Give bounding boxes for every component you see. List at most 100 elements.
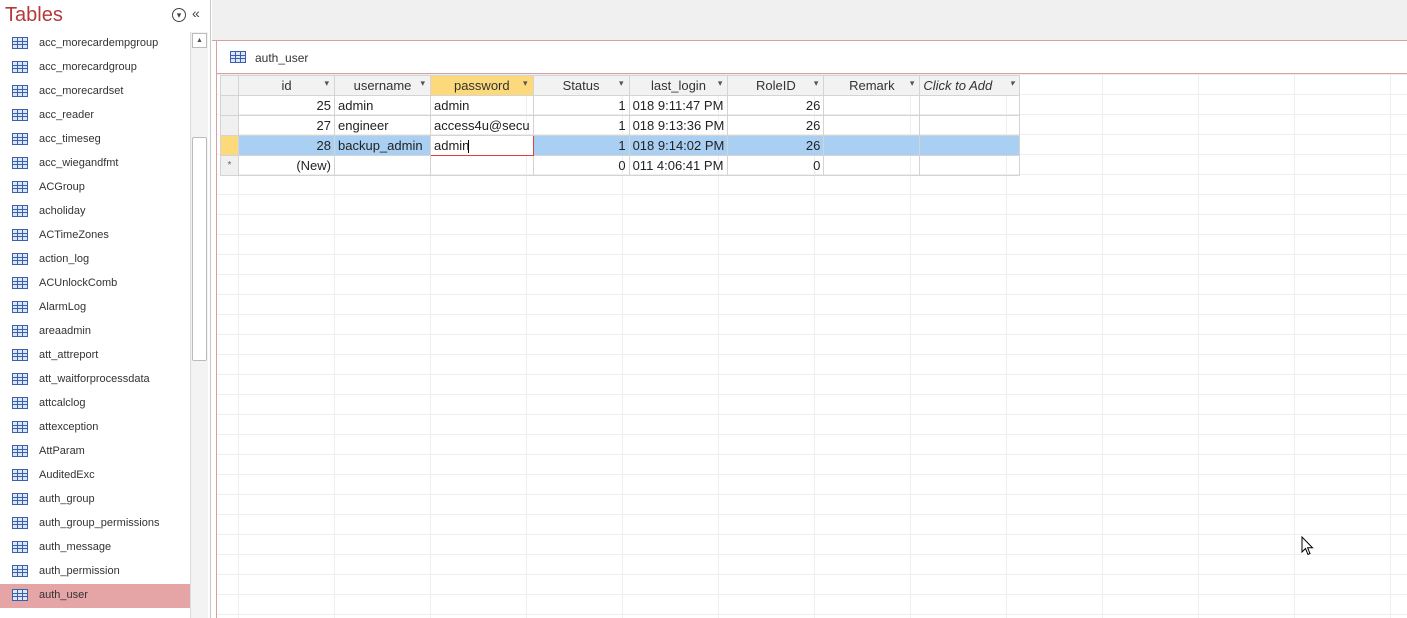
column-dropdown-icon[interactable]: ▾ [523, 78, 528, 89]
table-row[interactable]: 27 engineer access4u@secu 1 018 9:13:36 … [220, 115, 1021, 136]
nav-item-label: acc_wiegandfmt [39, 157, 119, 169]
column-dropdown-icon[interactable]: ▾ [420, 78, 425, 89]
cell-status[interactable]: 1 [532, 95, 630, 116]
cell-empty[interactable] [919, 95, 1021, 116]
collapse-pane-icon[interactable]: « [192, 5, 200, 21]
cell-id[interactable]: 25 [238, 95, 335, 116]
table-row[interactable]: 25 admin admin 1 018 9:11:47 PM 26 [220, 95, 1021, 116]
nav-item-acc-morecardset[interactable]: acc_morecardset [0, 80, 190, 104]
nav-item-acunlockcomb[interactable]: ACUnlockComb [0, 272, 190, 296]
cell-empty[interactable] [919, 115, 1021, 136]
row-selector[interactable] [220, 95, 239, 116]
nav-item-acc-morecardempgroup[interactable]: acc_morecardempgroup [0, 32, 190, 56]
nav-item-action-log[interactable]: action_log [0, 248, 190, 272]
cell-username[interactable] [334, 155, 431, 176]
nav-item-attparam[interactable]: AttParam [0, 440, 190, 464]
nav-item-attcalclog[interactable]: attcalclog [0, 392, 190, 416]
cell-password-editing[interactable]: admin [430, 135, 534, 156]
column-header-remark[interactable]: Remark ▾ [823, 75, 921, 96]
cell-empty[interactable] [919, 135, 1021, 156]
cell-username[interactable]: engineer [334, 115, 431, 136]
cell-remark[interactable] [823, 155, 921, 176]
cell-last-login[interactable]: 018 9:11:47 PM [628, 95, 729, 116]
cell-password[interactable]: access4u@secu [430, 115, 534, 136]
cell-remark[interactable] [823, 135, 921, 156]
cell-password[interactable] [430, 155, 534, 176]
navigation-pane: Tables ▾ « acc_morecardempgroup acc_morec… [0, 0, 211, 618]
nav-item-auth-permission[interactable]: auth_permission [0, 560, 190, 584]
nav-item-areaadmin[interactable]: areaadmin [0, 320, 190, 344]
nav-item-auditedexc[interactable]: AuditedExc [0, 464, 190, 488]
column-header-id[interactable]: id ▾ [238, 75, 335, 96]
cell-id[interactable]: 28 [238, 135, 335, 156]
table-icon [12, 109, 28, 121]
nav-item-auth-user[interactable]: auth_user [0, 584, 190, 608]
nav-item-actimezones[interactable]: ACTimeZones [0, 224, 190, 248]
nav-item-att-attreport[interactable]: att_attreport [0, 344, 190, 368]
table-icon [12, 589, 28, 601]
nav-menu-dropdown-icon[interactable]: ▾ [172, 8, 186, 22]
table-icon [12, 277, 28, 289]
table-icon [12, 157, 28, 169]
nav-item-acc-wiegandfmt[interactable]: acc_wiegandfmt [0, 152, 190, 176]
cell-id-new[interactable]: (New) [238, 155, 335, 176]
nav-item-acc-timeseg[interactable]: acc_timeseg [0, 128, 190, 152]
new-record-row[interactable]: * (New) 0 011 4:06:41 PM 0 [220, 155, 1021, 176]
nav-item-label: acc_morecardset [39, 85, 124, 97]
column-header-roleid[interactable]: RoleID ▾ [727, 75, 825, 96]
column-header-click-to-add[interactable]: Click to Add ▾ [919, 75, 1021, 96]
row-selector-current[interactable] [220, 135, 239, 156]
table-icon [12, 349, 28, 361]
cell-username[interactable]: admin [334, 95, 431, 116]
table-row-current[interactable]: 28 backup_admin admin 1 018 9:14:02 PM 2… [220, 135, 1021, 156]
cell-empty[interactable] [919, 155, 1021, 176]
nav-item-auth-message[interactable]: auth_message [0, 536, 190, 560]
column-header-password[interactable]: password ▾ [430, 75, 534, 96]
new-record-marker[interactable]: * [220, 155, 239, 176]
column-header-last-login[interactable]: last_login ▾ [628, 75, 729, 96]
cell-last-login[interactable]: 011 4:06:41 PM [628, 155, 729, 176]
cell-remark[interactable] [823, 95, 921, 116]
cell-last-login[interactable]: 018 9:14:02 PM [628, 135, 729, 156]
column-dropdown-icon[interactable]: ▾ [324, 78, 329, 89]
mouse-pointer-icon [1301, 536, 1314, 556]
column-dropdown-icon[interactable]: ▾ [814, 78, 819, 89]
cell-password[interactable]: admin [430, 95, 534, 116]
cell-status[interactable]: 1 [532, 115, 630, 136]
nav-item-attexception[interactable]: attexception [0, 416, 190, 440]
column-dropdown-icon[interactable]: ▾ [718, 78, 723, 89]
table-icon [12, 205, 28, 217]
nav-title[interactable]: Tables [5, 4, 63, 27]
datasheet[interactable]: id ▾ username ▾ password ▾ Status ▾ last_log… [217, 74, 1407, 618]
nav-item-auth-group-permissions[interactable]: auth_group_permissions [0, 512, 190, 536]
nav-item-acc-morecardgroup[interactable]: acc_morecardgroup [0, 56, 190, 80]
nav-item-auth-group[interactable]: auth_group [0, 488, 190, 512]
cell-roleid[interactable]: 26 [727, 115, 825, 136]
cell-roleid[interactable]: 0 [727, 155, 825, 176]
nav-item-acgroup[interactable]: ACGroup [0, 176, 190, 200]
nav-item-acc-reader[interactable]: acc_reader [0, 104, 190, 128]
cell-remark[interactable] [823, 115, 921, 136]
nav-item-alarmlog[interactable]: AlarmLog [0, 296, 190, 320]
cell-status[interactable]: 0 [532, 155, 630, 176]
column-header-username[interactable]: username ▾ [334, 75, 431, 96]
cell-username[interactable]: backup_admin [334, 135, 431, 156]
column-dropdown-icon[interactable]: ▾ [1010, 78, 1015, 89]
scroll-thumb[interactable] [192, 137, 207, 361]
scroll-up-arrow-icon[interactable]: ▲ [192, 33, 207, 48]
select-all-corner[interactable] [220, 75, 239, 96]
cell-roleid[interactable]: 26 [727, 135, 825, 156]
cell-status[interactable]: 1 [532, 135, 630, 156]
column-header-status[interactable]: Status ▾ [532, 75, 630, 96]
nav-item-att-waitforprocessdata[interactable]: att_waitforprocessdata [0, 368, 190, 392]
nav-item-label: acholiday [39, 205, 86, 217]
cell-roleid[interactable]: 26 [727, 95, 825, 116]
column-dropdown-icon[interactable]: ▾ [910, 78, 915, 89]
column-dropdown-icon[interactable]: ▾ [619, 78, 624, 89]
nav-item-acholiday[interactable]: acholiday [0, 200, 190, 224]
cell-id[interactable]: 27 [238, 115, 335, 136]
document-tab[interactable]: auth_user [217, 41, 1407, 74]
row-selector[interactable] [220, 115, 239, 136]
nav-scrollbar[interactable]: ▲ [190, 32, 208, 618]
cell-last-login[interactable]: 018 9:13:36 PM [628, 115, 729, 136]
